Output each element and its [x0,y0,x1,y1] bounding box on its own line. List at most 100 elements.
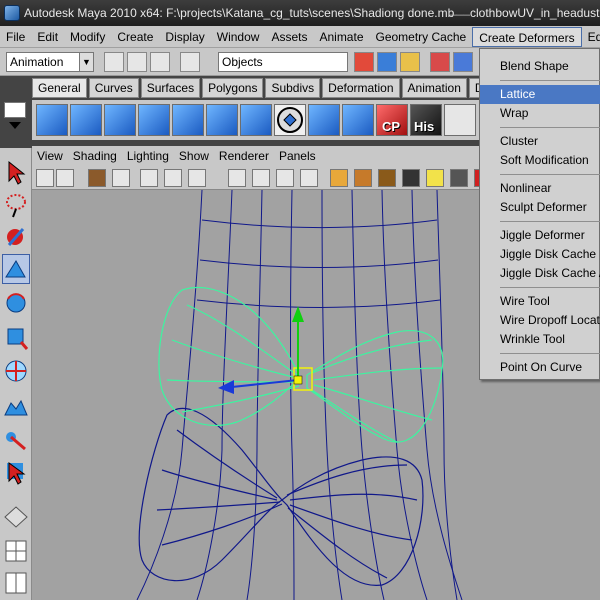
snap-grid-icon[interactable] [430,52,450,72]
paint-select-icon[interactable] [2,222,30,252]
menu-window[interactable]: Window [211,27,266,47]
select-mode-icon[interactable] [180,52,200,72]
four-pane-layout-icon[interactable] [2,536,30,566]
main-menu-bar: File Edit Modify Create Display Window Assets A… [0,26,600,48]
shelf-wrap-icon[interactable] [206,104,238,136]
menu-create[interactable]: Create [111,27,159,47]
gate-mask-icon[interactable] [228,169,246,187]
menu-ed[interactable]: Ed [582,27,600,47]
menu-item-nonlinear[interactable]: Nonlinear [480,179,600,198]
grid-icon[interactable] [140,169,158,187]
chevron-down-icon[interactable]: ▼ [79,53,93,71]
menu-item-wrap[interactable]: Wrap [480,104,600,123]
menu-item-jiggle-deformer[interactable]: Jiggle Deformer [480,226,600,245]
last-tool-icon[interactable] [2,458,30,488]
field-chart-icon[interactable] [252,169,270,187]
menu-item-sculpt-deformer[interactable]: Sculpt Deformer [480,198,600,217]
resolution-gate-icon[interactable] [188,169,206,187]
menu-file[interactable]: File [0,27,31,47]
menu-separator [500,174,600,175]
safe-action-icon[interactable] [276,169,294,187]
shelf-wrinkle-icon[interactable] [342,104,374,136]
scale-tool-icon[interactable] [2,322,30,352]
single-pane-layout-icon[interactable] [2,502,30,532]
menu-item-blend-shape[interactable]: Blend Shape [480,57,600,76]
shelf-tab-surfaces[interactable]: Surfaces [140,78,201,98]
shelf-tab-animation[interactable]: Animation [401,78,467,98]
show-manipulator-icon[interactable] [2,424,30,454]
film-gate-icon[interactable] [164,169,182,187]
menu-item-jiggle-disk-cache-a[interactable]: Jiggle Disk Cache A [480,264,600,283]
shelf-tab-polygons[interactable]: Polygons [202,78,264,98]
image-plane-icon[interactable] [112,169,130,187]
shelf-wire-icon[interactable] [308,104,340,136]
smooth-shade-icon[interactable] [354,169,372,187]
universal-manipulator-icon[interactable] [2,356,30,386]
select-by-hierarchy-icon[interactable] [354,52,374,72]
panel-menu-renderer[interactable]: Renderer [214,149,274,163]
bow-selected-wireframe[interactable] [158,286,444,443]
snap-curve-icon[interactable] [453,52,473,72]
bookmark-icon[interactable] [88,169,106,187]
menu-item-wrinkle-tool[interactable]: Wrinkle Tool [480,330,600,349]
select-tool-icon[interactable] [2,158,30,188]
shelf-tab-deformation[interactable]: Deformation [322,78,400,98]
shelf-history-icon[interactable]: His [410,104,442,136]
menu-edit[interactable]: Edit [31,27,64,47]
pane-layout-icon[interactable] [2,568,30,598]
menu-item-cluster[interactable]: Cluster [480,132,600,151]
lights-icon[interactable] [402,169,420,187]
lasso-tool-icon[interactable] [2,190,30,220]
menu-set-selector[interactable]: Animation ▼ [6,52,94,72]
select-by-object-icon[interactable] [377,52,397,72]
new-scene-icon[interactable] [104,52,124,72]
shelf-tab-menu-button[interactable] [4,102,26,118]
menu-item-wire-dropoff-locat[interactable]: Wire Dropoff Locat [480,311,600,330]
menu-item-wire-tool[interactable]: Wire Tool [480,292,600,311]
move-tool-icon[interactable] [2,254,30,284]
open-scene-icon[interactable] [127,52,147,72]
menu-geometry-cache[interactable]: Geometry Cache [370,27,473,47]
shelf-deformer-icon[interactable] [36,104,68,136]
shelf-select-icon[interactable] [274,104,306,136]
menu-item-soft-modification[interactable]: Soft Modification [480,151,600,170]
panel-menu-view[interactable]: View [32,149,68,163]
safe-title-icon[interactable] [300,169,318,187]
menu-item-point-on-curve[interactable]: Point On Curve [480,358,600,377]
menu-separator [500,221,600,222]
shadows-icon[interactable] [450,169,468,187]
default-light-icon[interactable] [426,169,444,187]
bow-original-wireframe[interactable] [138,407,424,586]
menu-create-deformers[interactable]: Create Deformers [472,26,582,47]
chevron-down-icon[interactable] [9,122,21,129]
shelf-bend-icon[interactable] [172,104,204,136]
rotate-tool-icon[interactable] [2,288,30,318]
panel-menu-shading[interactable]: Shading [68,149,122,163]
shelf-tab-curves[interactable]: Curves [88,78,139,98]
menu-display[interactable]: Display [159,27,210,47]
shelf-cp-icon[interactable]: CP [376,104,408,136]
soft-modification-icon[interactable] [2,390,30,420]
panel-menu-panels[interactable]: Panels [274,149,321,163]
menu-item-jiggle-disk-cache[interactable]: Jiggle Disk Cache [480,245,600,264]
texture-icon[interactable] [378,169,396,187]
shelf-flare-icon[interactable] [240,104,272,136]
shelf-tab-subdivs[interactable]: Subdivs [265,78,321,98]
menu-animate[interactable]: Animate [313,27,369,47]
menu-modify[interactable]: Modify [64,27,111,47]
panel-menu-show[interactable]: Show [174,149,214,163]
shelf-lattice-icon[interactable] [70,104,102,136]
shelf-cube-icon[interactable] [444,104,476,136]
wireframe-icon[interactable] [330,169,348,187]
selection-mask-field[interactable]: Objects [218,52,348,72]
menu-assets[interactable]: Assets [265,27,313,47]
shelf-cluster-icon[interactable] [104,104,136,136]
shelf-sculpt-icon[interactable] [138,104,170,136]
select-by-component-icon[interactable] [400,52,420,72]
menu-item-lattice[interactable]: Lattice [480,85,600,104]
camera-attributes-icon[interactable] [56,169,74,187]
panel-menu-lighting[interactable]: Lighting [122,149,174,163]
save-scene-icon[interactable] [150,52,170,72]
shelf-tab-general[interactable]: General [32,78,87,98]
select-camera-icon[interactable] [36,169,54,187]
